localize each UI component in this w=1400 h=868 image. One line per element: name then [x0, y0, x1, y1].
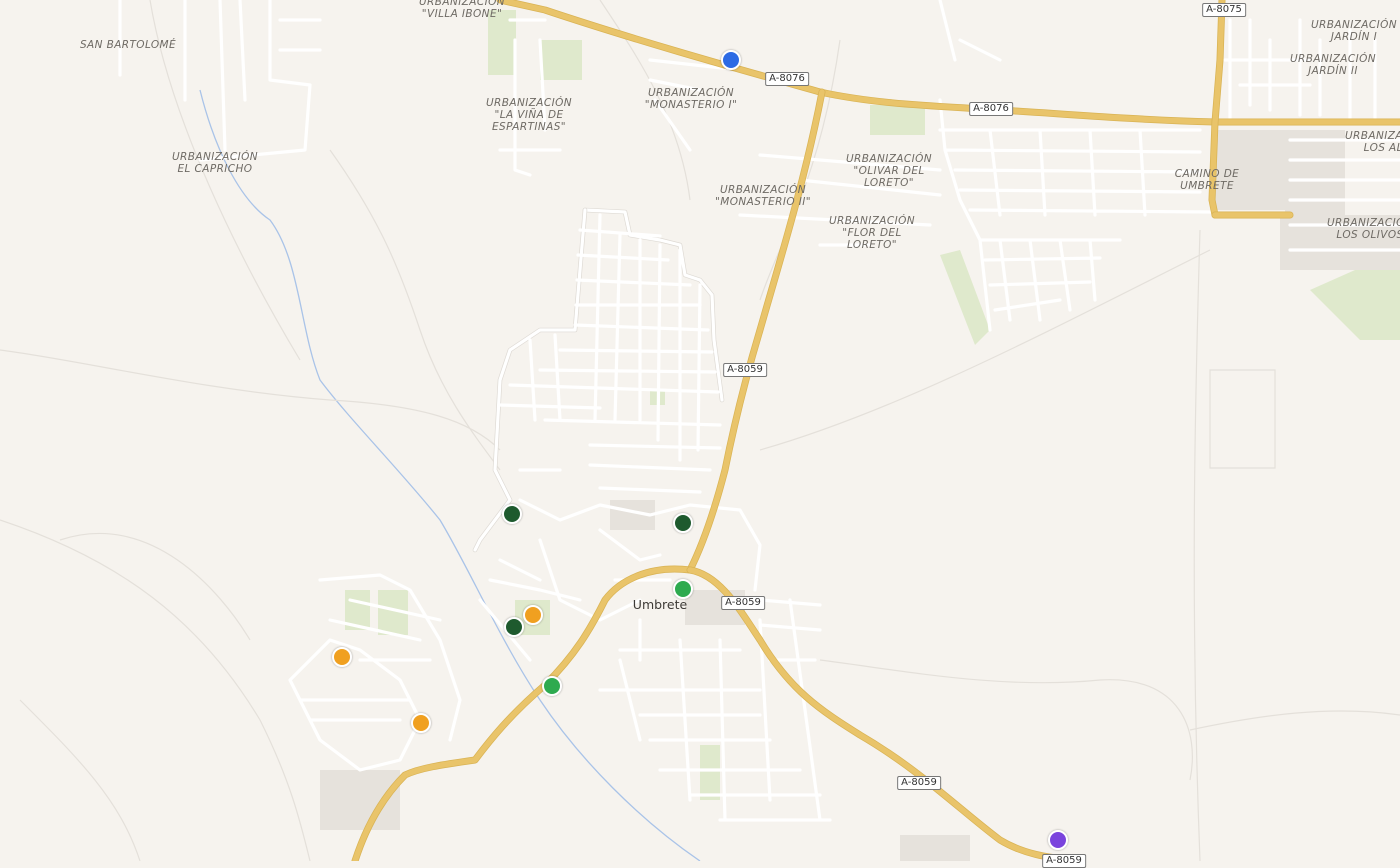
label-jardin-ii: URBANIZACIÓN JARDÍN II [1289, 53, 1377, 77]
road-shield-a8075: A-8075 [1202, 3, 1246, 17]
label-monasterio-ii: URBANIZACIÓN "MONASTERIO II" [715, 184, 811, 208]
label-los-alm: URBANIZACIÓN LOS ALM [1344, 130, 1400, 154]
map-canvas[interactable] [0, 0, 1400, 861]
road-shield-a8059-north: A-8059 [723, 363, 767, 377]
map-marker-blue[interactable] [721, 50, 741, 70]
map-marker-purple[interactable] [1048, 830, 1068, 850]
label-san-bartolome: SAN BARTOLOMÉ [79, 39, 177, 51]
label-el-capricho: URBANIZACIÓN EL CAPRICHO [171, 151, 259, 175]
label-villa-ibone: URBANIZACIÓN "VILLA IBONE" [418, 0, 506, 20]
label-la-vina-de-espartinas: URBANIZACIÓN "LA VIÑA DE ESPARTINAS" [485, 97, 573, 133]
town-label-umbrete: Umbrete [632, 597, 688, 612]
map-marker-orange[interactable] [523, 605, 543, 625]
map-marker-dark-green[interactable] [502, 504, 522, 524]
map-marker-orange[interactable] [411, 713, 431, 733]
map-marker-dark-green[interactable] [504, 617, 524, 637]
river [199, 89, 701, 861]
map-marker-orange[interactable] [332, 647, 352, 667]
label-olivar-del-loreto: URBANIZACIÓN "OLIVAR DEL LORETO" [845, 153, 933, 189]
map-marker-green[interactable] [542, 676, 562, 696]
map-marker-green[interactable] [673, 579, 693, 599]
label-los-olivos: URBANIZACIÓN LOS OLIVOS [1326, 217, 1400, 241]
label-flor-del-loreto: URBANIZACIÓN "FLOR DEL LORETO" [828, 215, 916, 251]
map-marker-dark-green[interactable] [673, 513, 693, 533]
road-shield-a8059-south: A-8059 [897, 776, 941, 790]
label-monasterio-i: URBANIZACIÓN "MONASTERIO I" [644, 87, 738, 111]
road-shield-a8059-edge: A-8059 [1042, 854, 1086, 868]
road-shield-a8059-center: A-8059 [721, 596, 765, 610]
label-camino-de-umbrete: CAMINO DE UMBRETE [1174, 168, 1240, 192]
road-shield-a8076-east: A-8076 [969, 102, 1013, 116]
road-shield-a8076-west: A-8076 [765, 72, 809, 86]
label-jardin-i: URBANIZACIÓN JARDÍN I [1310, 19, 1398, 43]
